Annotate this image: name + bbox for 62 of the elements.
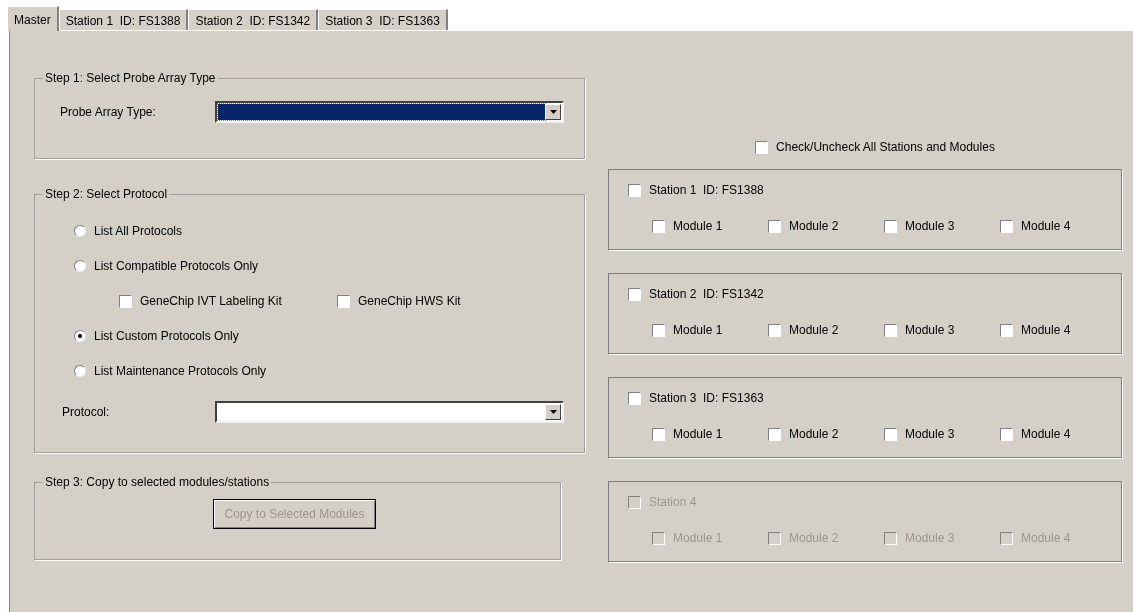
radio-label: List Custom Protocols Only [94, 328, 239, 345]
dropdown[interactable] [215, 101, 564, 123]
tab[interactable]: Master [7, 6, 59, 31]
checkbox-label: Module 2 [789, 426, 839, 443]
checkbox-label: Module 1 [673, 322, 723, 339]
checkbox-label: Station 4 [649, 494, 697, 511]
caret-icon[interactable] [545, 104, 561, 120]
checkbox[interactable] [1000, 323, 1013, 337]
radio-button[interactable] [74, 365, 86, 377]
tab[interactable]: Station 3 ID: FS1363 [318, 9, 448, 30]
checkbox-label: Station 3 ID: FS1363 [649, 390, 764, 407]
checkbox[interactable] [652, 219, 665, 233]
checkbox[interactable] [119, 294, 132, 308]
checkbox-label: Module 2 [789, 322, 839, 339]
radio-label: List Maintenance Protocols Only [94, 363, 267, 380]
checkbox-label: GeneChip HWS Kit [358, 293, 461, 310]
checkbox[interactable] [652, 427, 665, 441]
checkbox-label: Module 4 [1021, 530, 1071, 547]
radio-label: List All Protocols [94, 223, 183, 240]
checkbox-label: Module 4 [1021, 322, 1071, 339]
dropdown[interactable] [215, 401, 564, 423]
checkbox[interactable] [884, 219, 897, 233]
checkbox-label: GeneChip IVT Labeling Kit [140, 293, 282, 310]
tab[interactable]: Station 1 ID: FS1388 [58, 9, 189, 30]
checkbox-label: Module 3 [905, 322, 955, 339]
group-title: Step 3: Copy to selected modules/stations [44, 474, 271, 491]
checkbox-label: Check/Uncheck All Stations and Modules [776, 139, 995, 156]
checkbox-label: Module 1 [673, 530, 723, 547]
checkbox-label: Module 2 [789, 218, 839, 235]
checkbox-label: Module 4 [1021, 426, 1071, 443]
checkbox-label: Module 2 [789, 530, 839, 547]
tab[interactable]: Station 2 ID: FS1342 [188, 9, 319, 30]
checkbox[interactable] [884, 323, 897, 337]
checkbox-label: Station 2 ID: FS1342 [649, 286, 764, 303]
checkbox[interactable] [1000, 219, 1013, 233]
checkbox[interactable] [768, 219, 781, 233]
checkbox[interactable] [884, 427, 897, 441]
group-title: Step 2: Select Protocol [44, 186, 169, 203]
checkbox[interactable] [768, 427, 781, 441]
checkbox[interactable] [628, 183, 641, 197]
checkbox[interactable] [1000, 427, 1013, 441]
caret-icon[interactable] [545, 404, 561, 420]
checkbox[interactable] [337, 294, 350, 308]
radio-button[interactable] [74, 260, 86, 272]
checkbox-label: Module 3 [905, 530, 955, 547]
checkbox[interactable] [755, 140, 769, 154]
checkbox-label: Module 1 [673, 218, 723, 235]
checkbox-label: Module 3 [905, 426, 955, 443]
checkbox[interactable] [652, 323, 665, 337]
radio-button[interactable] [74, 330, 86, 342]
checkbox[interactable] [628, 391, 641, 405]
radio-label: List Compatible Protocols Only [94, 258, 259, 275]
checkbox-label: Module 1 [673, 426, 723, 443]
field-label: Probe Array Type: [60, 104, 157, 121]
checkbox[interactable] [628, 287, 641, 301]
checkbox-label: Module 3 [905, 218, 955, 235]
checkbox[interactable] [768, 323, 781, 337]
radio-button[interactable] [74, 225, 86, 237]
field-label: Protocol: [62, 404, 111, 421]
checkbox-label: Station 1 ID: FS1388 [649, 182, 764, 199]
checkbox-label: Module 4 [1021, 218, 1071, 235]
group-title: Step 1: Select Probe Array Type [44, 70, 217, 87]
